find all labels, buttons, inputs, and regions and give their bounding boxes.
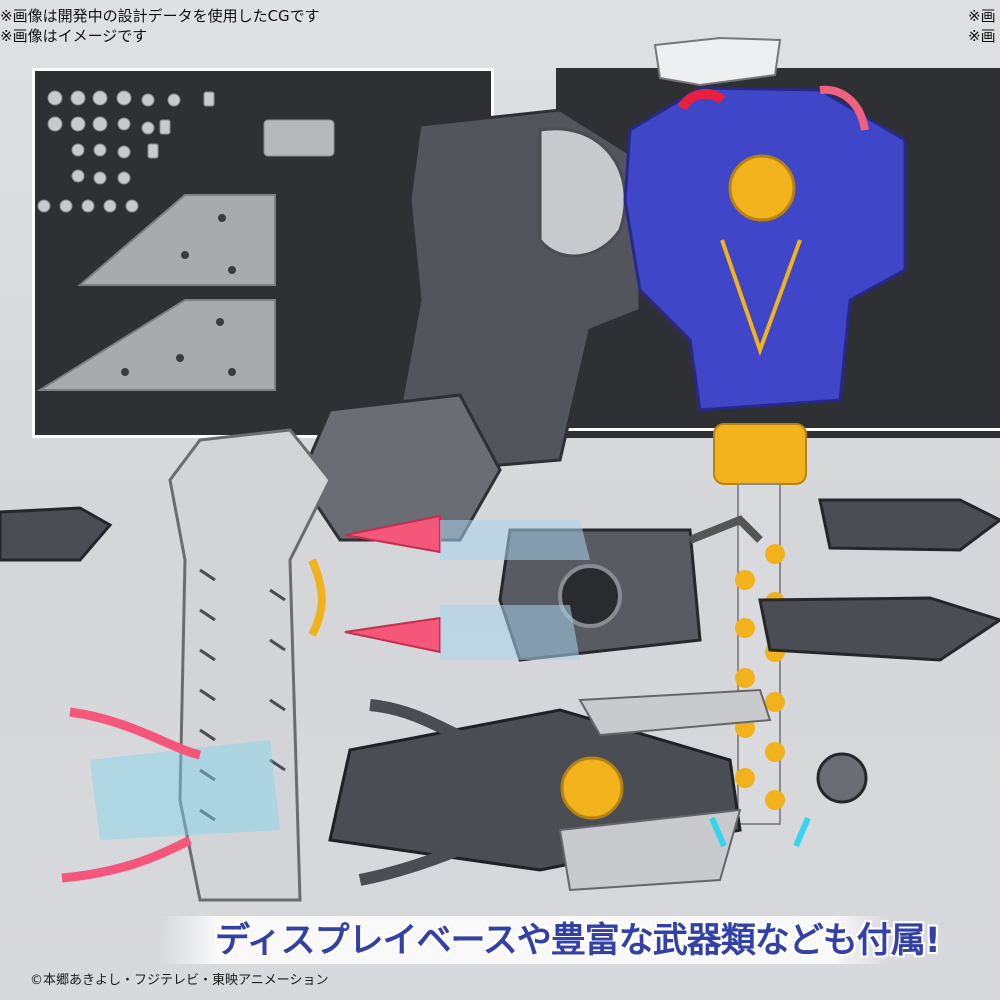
claw-weapon-upper xyxy=(818,498,1000,552)
pink-effect-lower xyxy=(344,616,441,654)
clear-effect-lower xyxy=(440,605,580,660)
pink-cable-lower xyxy=(61,835,193,883)
product-image-page: ※画像は開発中の設計データを使用したCGです ※画像はイメージです ※画 ※画 xyxy=(0,0,1000,1000)
product-parts-illustration xyxy=(0,36,1000,902)
gold-orb xyxy=(728,154,796,222)
clear-effect-upper xyxy=(440,520,590,560)
banner-caption: ディスプレイベースや豊富な武器類なども付属! xyxy=(215,921,941,961)
gold-grip xyxy=(713,423,807,485)
copyright-notice: ©本郷あきよし・フジテレビ・東映アニメーション xyxy=(30,973,329,988)
gold-arc xyxy=(308,558,326,637)
blue-armor-weapon xyxy=(623,85,907,412)
claw-weapon-lower xyxy=(758,596,1000,662)
top-clip-part xyxy=(653,36,782,87)
clear-cyan-part xyxy=(90,740,280,840)
gray-armor-body xyxy=(298,108,642,542)
display-base-plate-2 xyxy=(36,299,276,391)
small-connector-part xyxy=(263,119,335,157)
joint-parts-grid xyxy=(37,90,215,213)
cyan-stub-right xyxy=(793,816,811,848)
left-fin-part xyxy=(0,506,113,562)
round-lens-part xyxy=(816,752,868,804)
cannon-weapon xyxy=(328,688,772,892)
